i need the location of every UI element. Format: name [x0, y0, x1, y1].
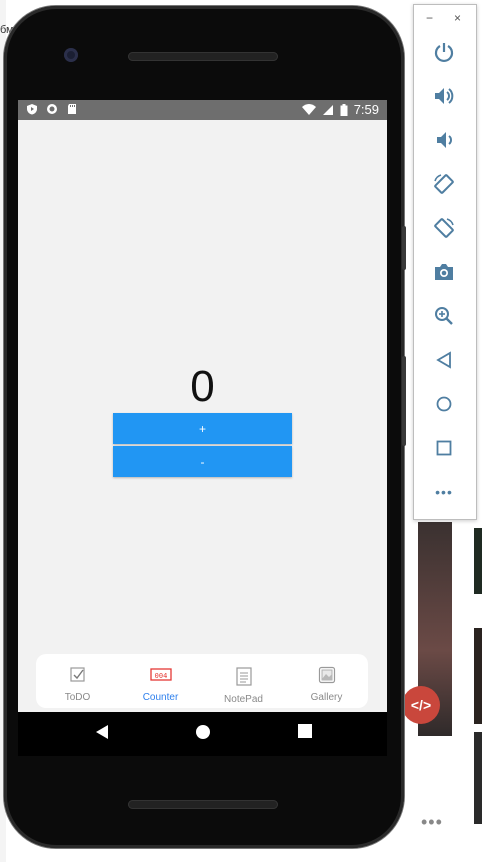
decrement-button[interactable]: -	[113, 446, 292, 477]
bottom-speaker	[128, 800, 278, 809]
battery-icon	[340, 103, 348, 116]
overview-icon[interactable]	[431, 435, 457, 461]
tab-label-gallery: Gallery	[310, 692, 343, 703]
volume-button	[402, 226, 406, 270]
sd-card-icon	[68, 104, 76, 114]
tab-todo[interactable]: ToDO	[36, 654, 119, 708]
tab-counter[interactable]: 004 Counter	[119, 654, 202, 708]
app-screen: 7:59 0 + - ToDO 004 Counter NotePad Gall…	[18, 100, 387, 712]
shield-play-icon	[27, 104, 37, 115]
status-time: 7:59	[353, 102, 379, 117]
tab-label-todo: ToDO	[64, 692, 91, 703]
back-icon[interactable]	[95, 724, 109, 740]
zoom-icon[interactable]	[431, 303, 457, 329]
emulator-toolbar: − × •••	[413, 4, 477, 520]
power-icon[interactable]	[431, 39, 457, 65]
rotate-left-icon[interactable]	[431, 171, 457, 197]
recents-icon[interactable]	[298, 724, 312, 738]
increment-button[interactable]: +	[113, 413, 292, 444]
bottom-tab-bar: ToDO 004 Counter NotePad Gallery	[36, 654, 368, 708]
tab-label-counter: Counter	[142, 692, 179, 703]
back-icon[interactable]	[431, 347, 457, 373]
notepad-icon	[235, 667, 252, 686]
tab-gallery[interactable]: Gallery	[285, 654, 368, 708]
circle-icon	[47, 104, 57, 114]
counter-value: 0	[190, 362, 215, 411]
checkbox-icon	[69, 667, 85, 682]
background-thumbnail-2	[474, 528, 482, 594]
close-button[interactable]: ×	[454, 11, 461, 25]
counter-icon: 004	[149, 668, 172, 681]
tab-notepad[interactable]: NotePad	[202, 654, 285, 708]
volume-down-icon[interactable]	[431, 127, 457, 153]
android-nav-bar	[18, 712, 387, 756]
more-options-icon[interactable]: •••	[431, 479, 457, 505]
gallery-icon	[318, 666, 335, 684]
wifi-icon	[301, 103, 316, 115]
home-icon[interactable]	[431, 391, 457, 417]
home-icon[interactable]	[195, 724, 211, 740]
tab-label-notepad: NotePad	[224, 694, 263, 705]
rotate-right-icon[interactable]	[431, 215, 457, 241]
signal-icon	[322, 104, 333, 115]
volume-up-icon[interactable]	[431, 83, 457, 109]
more-icon[interactable]: •••	[421, 812, 443, 833]
svg-text:004: 004	[154, 672, 167, 680]
power-button	[402, 356, 406, 446]
status-bar: 7:59	[18, 100, 387, 120]
front-camera	[64, 48, 78, 62]
background-thumbnail-3	[474, 628, 482, 724]
code-icon[interactable]: </>	[402, 686, 440, 724]
camera-icon[interactable]	[431, 259, 457, 285]
phone-frame: 7:59 0 + - ToDO 004 Counter NotePad Gall…	[4, 6, 406, 848]
background-thumbnail-4	[474, 732, 482, 824]
top-speaker	[128, 52, 278, 61]
minimize-button[interactable]: −	[426, 11, 433, 25]
